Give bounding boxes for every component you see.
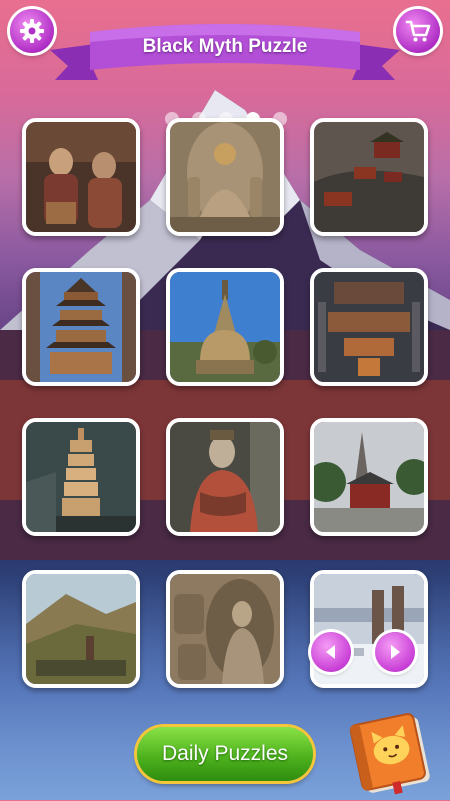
- seated-buddha-image: [170, 122, 280, 232]
- white-stupa-image: [170, 272, 280, 382]
- puzzle-tile-hanging-temple[interactable]: [310, 118, 428, 236]
- valley-pagoda-image: [26, 574, 136, 684]
- temple-statues-image: [26, 122, 136, 232]
- wooden-pagoda-image: [26, 272, 136, 382]
- cat-book-icon: [349, 713, 430, 795]
- collection-button[interactable]: [346, 708, 438, 796]
- puzzle-tile-grotto-buddha[interactable]: [166, 570, 284, 688]
- puzzle-tile-valley-pagoda[interactable]: [22, 570, 140, 688]
- puzzle-tile-pagoda-dusk[interactable]: [22, 418, 140, 536]
- hanging-temple-image: [314, 122, 424, 232]
- daily-puzzles-button[interactable]: Daily Puzzles: [137, 727, 313, 781]
- page-title: Black Myth Puzzle: [142, 36, 308, 57]
- puzzle-tile-wooden-pagoda[interactable]: [22, 268, 140, 386]
- puzzle-tile-seated-buddha[interactable]: [166, 118, 284, 236]
- puzzle-tile-twin-pagodas[interactable]: [310, 418, 428, 536]
- chevron-right-icon: [391, 645, 400, 659]
- previous-page-button[interactable]: [311, 632, 351, 672]
- temple-aerial-image: [314, 272, 424, 382]
- grotto-buddha-image: [170, 574, 280, 684]
- chevron-left-icon: [326, 645, 335, 659]
- puzzle-tile-temple-statues[interactable]: [22, 118, 140, 236]
- next-page-button[interactable]: [375, 632, 415, 672]
- puzzle-tile-white-stupa[interactable]: [166, 268, 284, 386]
- twin-pagodas-image: [314, 422, 424, 532]
- clay-statue-image: [170, 422, 280, 532]
- puzzle-tile-clay-statue[interactable]: [166, 418, 284, 536]
- pagoda-dusk-image: [26, 422, 136, 532]
- puzzle-tile-temple-aerial[interactable]: [310, 268, 428, 386]
